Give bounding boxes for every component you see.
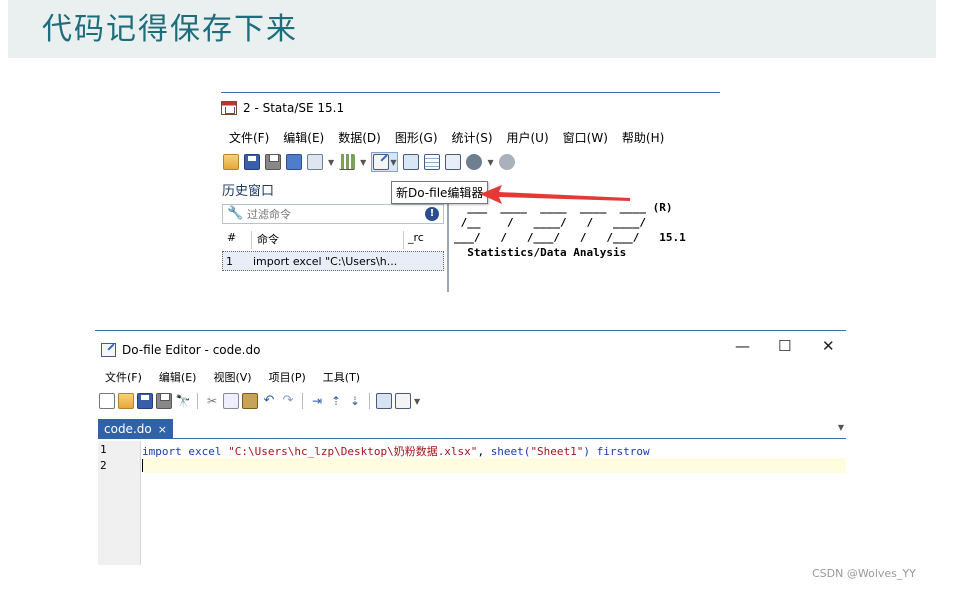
history-row-num: 1: [226, 254, 233, 268]
menu-window[interactable]: 窗口(W): [563, 129, 608, 146]
shift-down-icon[interactable]: ⇣: [347, 393, 363, 409]
wrench-icon: 🔧: [227, 206, 244, 221]
line-number: 2: [100, 459, 107, 472]
chevron-down-icon: ▼: [390, 157, 397, 167]
tab-code-do[interactable]: code.do ×: [98, 419, 173, 439]
toolbar-separator: [197, 393, 198, 409]
menu-file[interactable]: 文件(F): [229, 129, 269, 146]
menu-graphics[interactable]: 图形(G): [395, 129, 438, 146]
editor-toolbar: 🔭 ✂ ↶ ↷ ⇥ ⇡ ⇣ ▼: [99, 391, 420, 411]
graph-icon[interactable]: [339, 154, 356, 170]
copy-icon[interactable]: [223, 393, 239, 409]
dofile-editor-icon: [373, 154, 390, 170]
history-header: # 命令 _rc: [222, 231, 444, 249]
viewer-icon[interactable]: [307, 154, 323, 170]
editor-window-title: Do-file Editor - code.do: [122, 343, 261, 357]
editor-menu-project[interactable]: 项目(P): [269, 369, 306, 385]
more-dropdown-icon[interactable]: ▼: [487, 158, 493, 167]
history-row[interactable]: 1 import excel "C:\Users\h...: [222, 251, 444, 271]
shift-up-icon[interactable]: ⇡: [328, 393, 344, 409]
stata-window-title: 2 - Stata/SE 15.1: [243, 101, 345, 115]
more-icon[interactable]: [466, 154, 483, 170]
panel-splitter[interactable]: [447, 201, 449, 292]
toolbar-separator: [369, 393, 370, 409]
history-filter: 🔧 !: [222, 204, 444, 224]
line-number: 1: [100, 443, 107, 456]
undo-icon[interactable]: ↶: [261, 393, 277, 409]
editor-menubar: 文件(F) 编辑(E) 视图(V) 项目(P) 工具(T): [105, 369, 360, 385]
menu-edit[interactable]: 编辑(E): [283, 129, 324, 146]
text-caret: [142, 459, 143, 472]
menu-help[interactable]: 帮助(H): [622, 129, 664, 146]
execute-do-icon[interactable]: [395, 393, 411, 409]
history-panel-title: 历史窗口: [222, 184, 275, 199]
menu-user[interactable]: 用户(U): [507, 129, 549, 146]
dofile-editor-window: Do-file Editor - code.do — ☐ ✕ 文件(F) 编辑(…: [95, 330, 846, 565]
stata-menubar: 文件(F) 编辑(E) 数据(D) 图形(G) 统计(S) 用户(U) 窗口(W…: [229, 129, 664, 146]
current-line-highlight: [142, 458, 846, 473]
results-window: ___ ____ ____ ____ ____ (R) /__ / ____/ …: [454, 200, 720, 292]
filter-commands-input[interactable]: [247, 207, 417, 221]
editor-menu-tools[interactable]: 工具(T): [323, 369, 360, 385]
tab-close-icon[interactable]: ×: [158, 423, 167, 436]
editor-menu-edit[interactable]: 编辑(E): [159, 369, 197, 385]
data-browser-icon[interactable]: [424, 154, 441, 170]
data-editor-icon[interactable]: [403, 154, 420, 170]
history-col-num[interactable]: #: [222, 231, 252, 249]
open-folder-icon[interactable]: [223, 154, 239, 170]
stata-titlebar: 2 - Stata/SE 15.1: [221, 99, 344, 117]
info-icon[interactable]: !: [425, 207, 439, 221]
open-folder-icon[interactable]: [118, 393, 134, 409]
maximize-button[interactable]: ☐: [778, 337, 791, 355]
editor-menu-view[interactable]: 视图(V): [213, 369, 251, 385]
slide-title: 代码记得保存下来: [42, 12, 298, 47]
paste-icon[interactable]: [242, 393, 258, 409]
history-col-rc[interactable]: _rc: [404, 231, 424, 249]
variables-manager-icon[interactable]: [445, 154, 462, 170]
new-file-icon[interactable]: [99, 393, 115, 409]
stata-logo-line-3: ___/ / /___/ / /___/ 15.1: [454, 231, 686, 244]
find-icon[interactable]: 🔭: [175, 393, 191, 409]
print-icon[interactable]: [156, 393, 172, 409]
minimize-button[interactable]: —: [735, 337, 750, 355]
history-row-command: import excel "C:\Users\h...: [253, 254, 398, 268]
break-icon[interactable]: [498, 154, 515, 170]
line-number-gutter: 1 2: [98, 441, 141, 565]
menu-data[interactable]: 数据(D): [338, 129, 381, 146]
graph-dropdown-icon[interactable]: ▼: [360, 158, 366, 167]
save-icon[interactable]: [137, 393, 153, 409]
close-button[interactable]: ✕: [822, 337, 835, 355]
toolbar-separator: [302, 393, 303, 409]
editor-titlebar: Do-file Editor - code.do: [101, 341, 260, 359]
show-file-icon[interactable]: [376, 393, 392, 409]
tab-list-dropdown-icon[interactable]: ▼: [838, 423, 844, 432]
stata-tagline: Statistics/Data Analysis: [454, 246, 627, 259]
editor-tabstrip: code.do × ▼: [98, 419, 846, 439]
dofile-editor-icon: [101, 343, 116, 357]
editor-menu-file[interactable]: 文件(F): [105, 369, 142, 385]
viewer-dropdown-icon[interactable]: ▼: [328, 158, 334, 167]
red-arrow-annotation: [480, 185, 630, 204]
history-col-command[interactable]: 命令: [252, 231, 404, 249]
code-editor[interactable]: import excel "C:\Users\hc_lzp\Desktop\奶粉…: [142, 441, 846, 565]
tab-label: code.do: [104, 422, 152, 436]
stata-logo-line-2: /__ / ____/ / ____/: [454, 216, 647, 229]
execute-dropdown-icon[interactable]: ▼: [414, 397, 420, 406]
stata-app-icon: [221, 101, 237, 115]
watermark: CSDN @Wolves_YY: [812, 567, 916, 580]
save-icon[interactable]: [244, 154, 260, 170]
redo-icon[interactable]: ↷: [280, 393, 296, 409]
log-icon[interactable]: [286, 154, 302, 170]
new-dofile-tooltip: 新Do-file编辑器: [391, 181, 489, 204]
cut-icon[interactable]: ✂: [204, 393, 220, 409]
code-line-1: import excel "C:\Users\hc_lzp\Desktop\奶粉…: [142, 445, 650, 458]
print-icon[interactable]: [265, 154, 281, 170]
shift-right-icon[interactable]: ⇥: [309, 393, 325, 409]
menu-statistics[interactable]: 统计(S): [452, 129, 493, 146]
stata-toolbar: ▼ ▼ ▼ ▼: [223, 152, 515, 172]
slide-banner: 代码记得保存下来: [8, 0, 936, 58]
new-dofile-editor-button[interactable]: ▼: [371, 152, 399, 172]
